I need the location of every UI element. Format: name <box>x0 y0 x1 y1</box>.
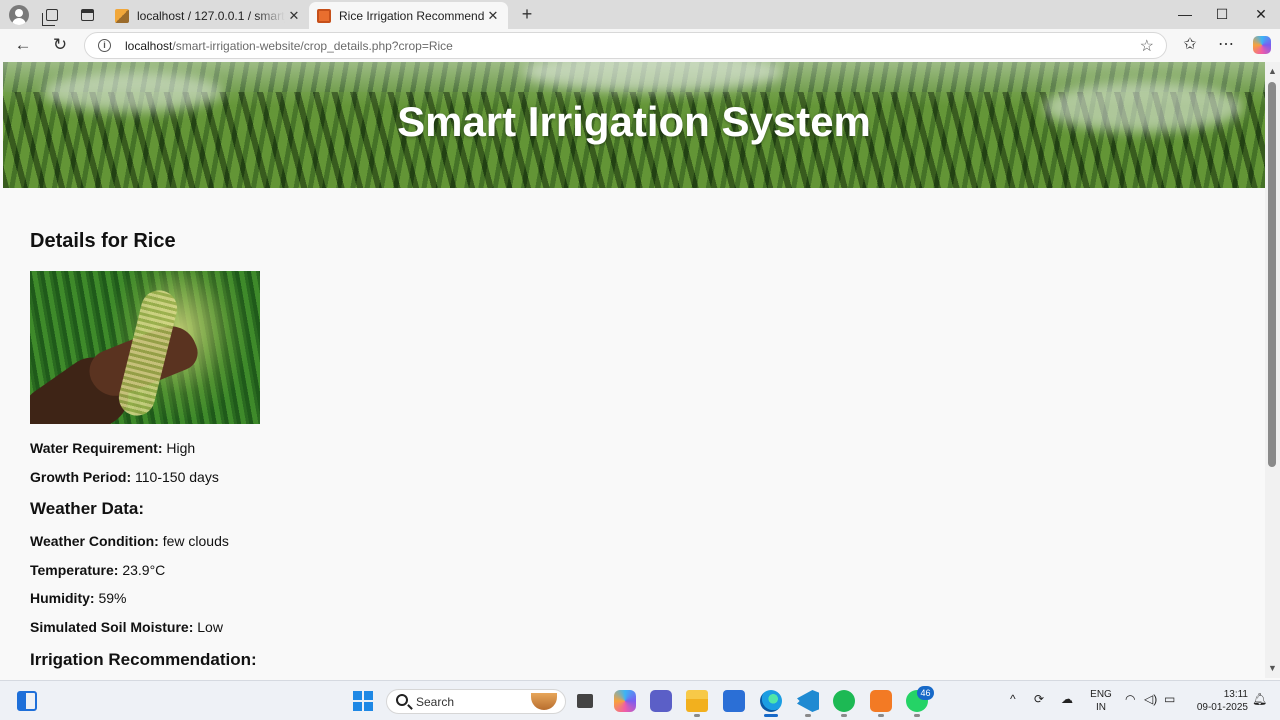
xampp-favicon-icon <box>317 8 331 23</box>
edge-icon[interactable] <box>760 690 782 712</box>
site-info-icon[interactable]: i <box>98 39 111 52</box>
whatsapp-badge: 46 <box>917 686 934 700</box>
running-indicator-active <box>764 714 778 717</box>
tab-actions-button[interactable] <box>76 4 98 26</box>
spotify-icon[interactable] <box>833 690 855 712</box>
url-text: localhost/smart-irrigation-website/crop_… <box>125 39 453 53</box>
show-hidden-icons-icon[interactable]: ^ <box>1010 692 1016 706</box>
url-path: /smart-irrigation-website/crop_details.p… <box>172 39 453 53</box>
volume-icon[interactable]: ◁) <box>1144 692 1157 706</box>
recommendation-heading: Irrigation Recommendation: <box>30 650 257 669</box>
teams-icon[interactable] <box>650 690 672 712</box>
language-indicator[interactable]: ENG IN <box>1090 688 1112 714</box>
details-heading: Details for Rice <box>30 230 176 252</box>
page-viewport: Smart Irrigation System Details for Rice… <box>3 62 1265 678</box>
tab-actions-icon <box>80 9 94 21</box>
running-indicator <box>914 714 920 717</box>
weather-condition: Weather Condition: few clouds <box>30 533 229 549</box>
rice-image <box>30 271 260 424</box>
workspaces-button[interactable] <box>41 4 63 26</box>
favorites-icon[interactable]: ✩ <box>1179 34 1201 54</box>
sprinkler-mist-image <box>523 62 783 92</box>
close-tab-icon[interactable]: ✕ <box>285 8 303 24</box>
copilot-icon[interactable] <box>1253 36 1271 54</box>
vscode-icon[interactable] <box>797 690 819 712</box>
tab-rice-irrigation[interactable]: Rice Irrigation Recommendations ✕ <box>309 2 508 29</box>
soil-moisture: Simulated Soil Moisture: Low <box>30 619 223 635</box>
file-explorer-icon[interactable] <box>686 690 708 712</box>
refresh-button[interactable]: ↻ <box>49 35 71 55</box>
site-title: Smart Irrigation System <box>397 98 871 145</box>
store-icon[interactable] <box>723 690 745 712</box>
onedrive-icon[interactable]: ☁ <box>1061 692 1073 706</box>
temperature: Temperature: 23.9°C <box>30 562 166 578</box>
browser-toolbar: ← ↻ i localhost/smart-irrigation-website… <box>0 29 1280 62</box>
close-window-button[interactable]: ✕ <box>1246 6 1276 23</box>
tab-title: localhost / 127.0.0.1 / smart_irrigation <box>137 8 285 23</box>
running-indicator <box>694 714 700 717</box>
url-host: localhost <box>125 39 173 53</box>
scroll-thumb[interactable] <box>1268 82 1276 467</box>
new-tab-button[interactable]: + <box>516 4 538 25</box>
clock[interactable]: 13:11 09-01-2025 <box>1188 688 1248 714</box>
minimize-button[interactable]: — <box>1170 6 1200 22</box>
search-label: Search <box>416 695 455 709</box>
copilot-app-icon[interactable] <box>614 690 636 712</box>
running-indicator <box>878 714 884 717</box>
humidity: Humidity: 59% <box>30 590 127 606</box>
search-icon <box>396 694 408 706</box>
back-button[interactable]: ← <box>12 35 34 55</box>
water-requirement: Water Requirement: High <box>30 440 196 456</box>
start-button-icon[interactable] <box>353 691 373 711</box>
header-banner: Smart Irrigation System <box>3 62 1265 188</box>
profile-icon <box>9 5 29 25</box>
phpmyadmin-favicon-icon <box>115 8 129 23</box>
address-bar[interactable]: i localhost/smart-irrigation-website/cro… <box>84 32 1167 59</box>
growth-period: Growth Period: 110-150 days <box>30 469 219 485</box>
xampp-icon[interactable] <box>870 690 892 712</box>
battery-icon[interactable]: ▭ <box>1164 692 1175 706</box>
notifications-bell-icon[interactable]: 🔔︎ <box>1252 692 1267 706</box>
page-scrollbar[interactable]: ▲ ▼ <box>1265 62 1280 678</box>
scroll-down-icon[interactable]: ▼ <box>1268 663 1277 673</box>
workspaces-icon <box>42 9 58 26</box>
close-tab-icon[interactable]: ✕ <box>484 8 502 24</box>
taskbar: Search <box>0 680 1280 720</box>
tab-title: Rice Irrigation Recommendations <box>339 8 484 23</box>
crop-details: Details for Rice Water Requirement: High… <box>30 230 260 669</box>
widgets-icon[interactable] <box>17 691 37 711</box>
task-view-icon[interactable] <box>577 694 593 708</box>
tab-phpmyadmin[interactable]: localhost / 127.0.0.1 / smart_irrigation… <box>107 2 309 29</box>
scroll-up-icon[interactable]: ▲ <box>1268 66 1277 76</box>
browser-tab-strip: localhost / 127.0.0.1 / smart_irrigation… <box>0 0 1280 29</box>
maximize-button[interactable]: ☐ <box>1207 6 1237 23</box>
sync-icon[interactable]: ⟳ <box>1034 692 1044 706</box>
weather-heading: Weather Data: <box>30 499 144 518</box>
running-indicator <box>805 714 811 717</box>
running-indicator <box>841 714 847 717</box>
profile-button[interactable] <box>8 4 30 26</box>
taskbar-search[interactable]: Search <box>386 689 566 714</box>
more-options-icon[interactable]: ⋯ <box>1215 34 1237 54</box>
wifi-icon[interactable]: ◠ <box>1125 692 1135 706</box>
search-highlight-icon <box>531 693 557 710</box>
favorite-star-icon[interactable]: ☆ <box>1140 36 1154 56</box>
